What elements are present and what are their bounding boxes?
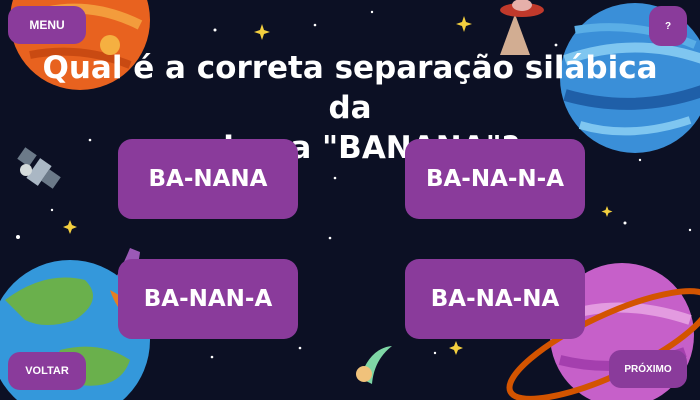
answer-option-2[interactable]: BA-NA-N-A	[405, 139, 585, 219]
next-button[interactable]: PRÓXIMO	[609, 350, 687, 388]
answer-option-3[interactable]: BA-NAN-A	[118, 259, 298, 339]
question-line-1: Qual é a correta separação silábica da	[42, 50, 658, 126]
comet	[356, 346, 392, 384]
answer-option-4[interactable]: BA-NA-NA	[405, 259, 585, 339]
menu-button[interactable]: MENU	[8, 6, 86, 44]
answer-option-1[interactable]: BA-NANA	[118, 139, 298, 219]
ufo	[500, 0, 544, 55]
back-button[interactable]: VOLTAR	[8, 352, 86, 390]
help-button[interactable]: ?	[649, 6, 687, 46]
